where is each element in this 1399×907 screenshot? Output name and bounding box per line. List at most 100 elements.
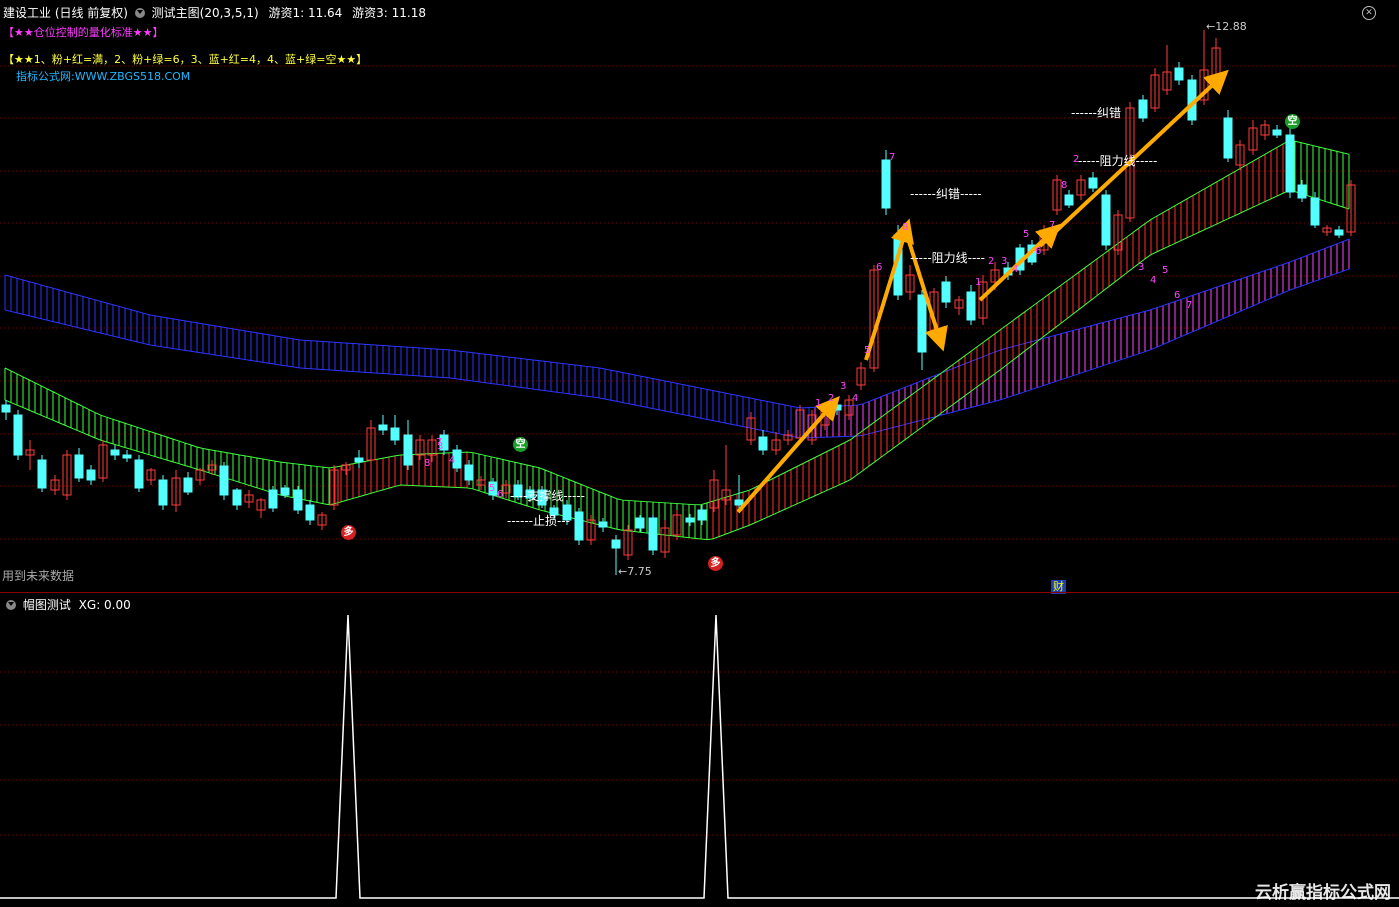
candle-body xyxy=(1272,129,1282,136)
wave-number: 4 xyxy=(1012,264,1019,275)
candle xyxy=(232,488,242,510)
candle xyxy=(623,525,633,560)
candle-body xyxy=(1285,134,1295,193)
candle-body xyxy=(464,464,474,481)
indicator-title[interactable]: 测试主图(20,3,5,1) xyxy=(152,6,259,20)
candle-body xyxy=(378,424,388,431)
band-edge-top xyxy=(4,238,1350,409)
wave-number: 6 xyxy=(876,262,883,273)
candle xyxy=(1150,68,1160,112)
wave-number: 3 xyxy=(1001,256,1008,267)
candle-body xyxy=(697,509,707,521)
wave-number: 3 xyxy=(840,381,847,392)
candle xyxy=(268,486,278,512)
candle-body xyxy=(1064,194,1074,206)
candle xyxy=(966,285,976,325)
wave-number: 7 xyxy=(1186,300,1193,311)
youzi3-value: 游资3: 11.18 xyxy=(352,6,427,20)
candle xyxy=(403,420,413,470)
xg-value: XG: 0.00 xyxy=(78,598,131,612)
candle-body xyxy=(758,436,768,451)
resistance-label-2: -----阻力线----- xyxy=(1078,154,1158,168)
candle xyxy=(1260,120,1270,140)
candle xyxy=(317,512,327,530)
high-price-label: ←12.88 xyxy=(1206,20,1247,33)
wave-number: 7 xyxy=(1049,220,1056,231)
candle-body xyxy=(1138,99,1148,119)
candle xyxy=(464,460,474,485)
candle-body xyxy=(219,465,229,496)
candle xyxy=(293,486,303,514)
candle-body xyxy=(1174,67,1184,81)
legend-rule: 【★★1、粉+红=满，2、粉+绿=6，3、蓝+红=4，4、蓝+绿=空★★】 xyxy=(3,53,368,66)
candle xyxy=(1272,125,1282,138)
correction-label-1: ------纠错----- xyxy=(910,187,982,201)
candle xyxy=(1235,140,1245,170)
candle xyxy=(13,410,23,460)
duo-signal-badge: 多 xyxy=(708,556,723,571)
close-icon[interactable]: ✕ xyxy=(1362,6,1376,20)
legend-site: 指标公式网:WWW.ZBGS518.COM xyxy=(16,70,191,83)
correction-label-2: ------纠错 xyxy=(1071,106,1121,120)
candle xyxy=(1223,110,1233,162)
candle-body xyxy=(134,459,144,489)
band-edge-top xyxy=(4,140,1350,506)
youzi1-value: 游资1: 11.64 xyxy=(268,6,343,20)
candle xyxy=(37,455,47,492)
candle-body xyxy=(881,159,891,209)
candle-body xyxy=(74,454,84,479)
wave-number: 7 xyxy=(889,152,896,163)
candle xyxy=(1,400,11,420)
candle-body xyxy=(966,291,976,321)
candle xyxy=(122,450,132,462)
low-price-label: ←7.75 xyxy=(618,565,652,578)
chart-canvas[interactable] xyxy=(0,0,1399,907)
candle xyxy=(378,415,388,435)
candle xyxy=(1297,180,1307,202)
candle xyxy=(171,470,181,512)
stock-title: 建设工业 (日线 前复权) 测试主图(20,3,5,1) 游资1: 11.64 … xyxy=(3,4,426,21)
wave-number: 8 xyxy=(902,222,909,233)
candle xyxy=(98,440,108,482)
candle xyxy=(1064,190,1074,208)
candle-body xyxy=(37,459,47,489)
candle xyxy=(280,485,290,498)
candle xyxy=(1346,180,1356,236)
wave-number: 2 xyxy=(1073,154,1080,165)
candlesticks xyxy=(1,30,1356,575)
candle xyxy=(476,476,486,490)
candle xyxy=(305,500,315,525)
candle-body xyxy=(1101,194,1111,246)
candle xyxy=(158,475,168,510)
candle xyxy=(586,515,596,545)
candle xyxy=(366,420,376,465)
dropdown-icon[interactable] xyxy=(134,8,145,18)
candle xyxy=(62,450,72,500)
candle xyxy=(1101,190,1111,250)
wave-number: 1 xyxy=(815,398,822,409)
candle-body xyxy=(110,449,120,456)
candle-body xyxy=(648,517,658,551)
candle-body xyxy=(86,469,96,481)
sub-panel-title[interactable]: 帽图测试 xyxy=(23,598,71,612)
candle-body xyxy=(390,427,400,441)
green-red-band xyxy=(4,140,1350,541)
wave-number: 5 xyxy=(1162,265,1169,276)
candle xyxy=(1162,45,1172,95)
support-label: ----支撑线----- xyxy=(510,489,585,503)
candle xyxy=(648,515,658,555)
wave-number: 2 xyxy=(828,393,835,404)
candle xyxy=(354,450,364,468)
high-price-marker: ← xyxy=(1206,20,1216,33)
kong-signal-badge: 空 xyxy=(513,437,528,452)
stock-title-text: 建设工业 (日线 前复权) xyxy=(3,6,128,20)
candle xyxy=(954,296,964,315)
candle xyxy=(660,520,670,558)
candle xyxy=(1088,172,1098,192)
wave-number: 4 xyxy=(449,455,456,466)
sub-panel-dropdown-icon[interactable] xyxy=(6,600,16,610)
candle xyxy=(134,455,144,492)
candle xyxy=(341,462,351,475)
candle-body xyxy=(268,489,278,509)
band-edge-bottom xyxy=(4,189,1350,541)
